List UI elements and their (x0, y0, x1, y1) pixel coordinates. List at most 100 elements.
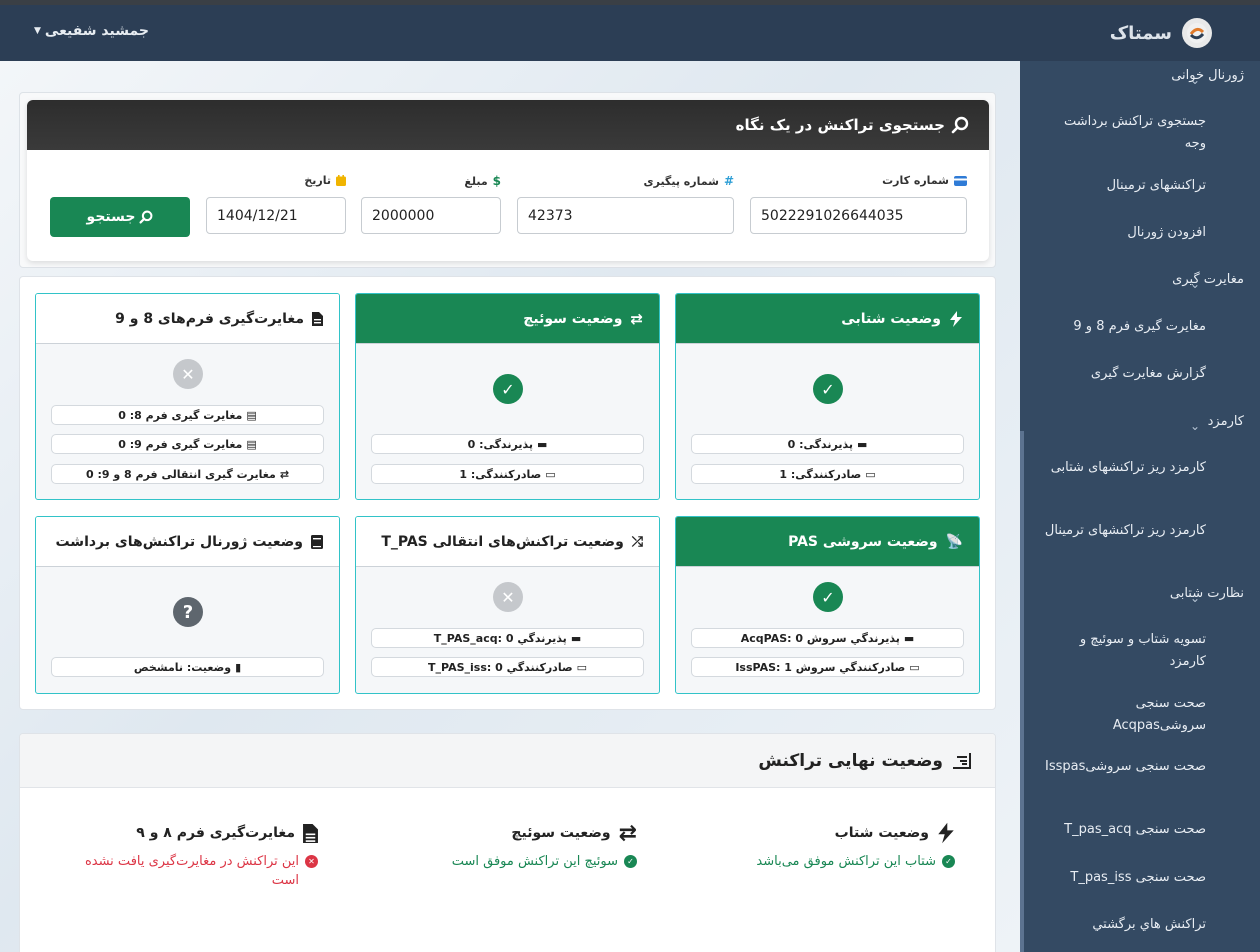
pill-text: مغایرت گیری فرم 8: 0 (118, 408, 243, 422)
card-number-label: شماره کارت (882, 174, 967, 187)
search-button[interactable]: جستجو (50, 197, 190, 237)
pill-text: صادرکنندگی: 1 (779, 467, 862, 481)
check-circle-icon: ✓ (624, 855, 637, 868)
sidebar-item-label: تسویه شتاب و سوئیچ و کارمزد (1079, 632, 1206, 669)
field-label-text: مبلغ (464, 174, 488, 188)
sidebar-item-fee-shetab[interactable]: کارمزد ریز تراکنشهای شتابی (1024, 457, 1260, 479)
form9-count: ▤ مغایرت گیری فرم 9: 0 (51, 434, 324, 454)
card-number-input[interactable] (750, 197, 967, 234)
sidebar-group-reconcile[interactable]: مغایرت گیری ⌄ (1024, 269, 1260, 291)
sidebar-group-shetab-monitor[interactable]: نظارت شتابی ⌄ (1024, 583, 1260, 605)
final-shetab-item: وضعیت شتاب ✓ شتاب این تراکنش موفق می‌باش… (675, 820, 955, 871)
chevron-down-icon: ⌄ (1190, 591, 1201, 605)
field-label-text: شماره پیگیری (643, 174, 719, 188)
journal-status-header: وضعیت ژورنال تراکنش‌های برداشت (36, 517, 339, 567)
final-item-message: این تراکنش در مغایرت‌گیری یافت نشده است (84, 854, 299, 888)
form89-transfer-count: ⇄ مغایرت گیری انتقالی فرم 8 و 9: 0 (51, 464, 324, 484)
sidebar-item-label: صحت سنجی سروشیAcqpas (1112, 696, 1206, 733)
exchange-icon: ⇄ (279, 467, 290, 481)
credit-card-icon: ▭ (865, 467, 876, 481)
sidebar-group-fee[interactable]: کارمزد ⌄ (1024, 411, 1260, 433)
pill-text: صادرکنندگي سروش IssPAS: 1 (735, 660, 906, 674)
date-input[interactable] (206, 197, 346, 234)
search-card: جستجوی تراکنش در یک نگاه شماره کارت # شم… (27, 100, 989, 261)
sidebar-item-label: جستجوی تراکنش برداشت وجه (1063, 114, 1206, 151)
final-item-message: شتاب این تراکنش موفق می‌باشد (756, 854, 936, 869)
card-title: وضعیت تراکنش‌های انتقالی T_PAS (381, 533, 624, 550)
top-navbar: سمتاک جمشید شفیعی ▼ (0, 5, 1260, 61)
field-label-text: شماره کارت (882, 174, 949, 187)
switch-status-header: ⇄ وضعیت سوئیچ (356, 294, 659, 344)
sidebar-item-label: صحت سنجی T_pas_acq (1064, 822, 1206, 837)
sidebar-item-settlement[interactable]: تسویه شتاب و سوئیچ و کارمزد (1024, 629, 1260, 673)
sidebar-item-withdraw-search[interactable]: جستجوی تراکنش برداشت وجه (1024, 111, 1260, 155)
times-circle-icon: ✕ (305, 855, 318, 868)
brand-name: سمتاک (1109, 22, 1172, 44)
acquirer-count: ▬ پذیرندگی: 0 (371, 434, 644, 454)
caret-down-icon: ▼ (34, 26, 41, 36)
sidebar-item-acqpas[interactable]: صحت سنجی سروشیAcqpas (1024, 693, 1260, 737)
file-icon: ▤ (246, 437, 257, 451)
date-label: تاریخ (304, 174, 346, 187)
sidebar-group-label: نظارت شتابی (1169, 586, 1244, 601)
final-form89-item: مغایرت‌گیری فرم ۸ و ۹ ✕ این تراکنش در مغ… (38, 820, 318, 890)
times-circle-icon: ✕ (493, 582, 523, 612)
search-section: جستجوی تراکنش در یک نگاه شماره کارت # شم… (19, 92, 996, 268)
sidebar-item-terminal-tx[interactable]: تراکنشهای ترمینال (1024, 175, 1260, 197)
sidebar-group-label: ژورنال خوانی (1171, 68, 1244, 83)
sidebar: ژورنال خوانی ⌄ جستجوی تراکنش برداشت وجه … (1020, 61, 1260, 952)
final-item-title: وضعیت سوئیچ (511, 825, 611, 841)
acquirer-count: ▬ پذیرندگی: 0 (691, 434, 964, 454)
sidebar-group-journal[interactable]: ژورنال خوانی ⌄ (1024, 65, 1260, 87)
sidebar-item-tpas-iss[interactable]: صحت سنجی T_pas_iss (1024, 867, 1260, 889)
chevron-down-icon: ⌄ (1190, 277, 1201, 291)
credit-card-icon: ▭ (909, 660, 920, 674)
journal-status-card: وضعیت ژورنال تراکنش‌های برداشت ? ▮ وضعیت… (35, 516, 340, 694)
sidebar-item-reversed-tx[interactable]: تراکنش هاي برگشتي (1024, 914, 1260, 936)
chevron-down-icon: ⌄ (1190, 73, 1201, 87)
tracking-number-input[interactable] (517, 197, 734, 234)
user-name: جمشید شفیعی (44, 23, 149, 39)
credit-card-icon: ▭ (576, 660, 587, 674)
final-item-title: وضعیت شتاب (834, 825, 929, 841)
pill-text: پذیرندگي سروش AcqPAS: 0 (740, 631, 900, 645)
amount-input[interactable] (361, 197, 501, 234)
pas-status-header: 📡 وضعیت سروشی PAS (676, 517, 979, 567)
card-title: مغایرت‌گیری فرم‌های 8 و 9 (115, 310, 304, 327)
search-card-header: جستجوی تراکنش در یک نگاه (27, 100, 989, 150)
exchange-icon: ⇄ (630, 309, 643, 328)
sidebar-item-label: کارمزد ریز تراکنشهای ترمینال (1044, 523, 1206, 538)
journal-state: ▮ وضعیت: نامشخص (51, 657, 324, 677)
pill-text: مغایرت گیری انتقالی فرم 8 و 9: 0 (85, 467, 276, 481)
store-icon: ▬ (536, 437, 548, 451)
card-title: وضعیت ژورنال تراکنش‌های برداشت (55, 533, 303, 550)
store-icon: ▬ (856, 437, 868, 451)
acqpas-count: ▬ پذیرندگي سروش AcqPAS: 0 (691, 628, 964, 648)
pill-text: صادرکنندگی: 1 (459, 467, 542, 481)
search-icon (139, 210, 153, 224)
sidebar-item-form89[interactable]: مغایرت گیری فرم 8 و 9 (1024, 316, 1260, 338)
final-item-message: سوئیچ این تراکنش موفق است (451, 854, 618, 869)
bolt-icon (937, 822, 955, 844)
chevron-down-icon: ⌄ (1190, 419, 1201, 433)
book-icon (311, 534, 323, 549)
check-circle-icon: ✓ (813, 374, 843, 404)
file-icon (312, 311, 323, 326)
search-button-label: جستجو (86, 209, 136, 225)
store-icon: ▬ (570, 631, 582, 645)
brand[interactable]: سمتاک (1110, 17, 1212, 49)
sidebar-item-isspas[interactable]: صحت سنجی سروشیIsspas (1024, 756, 1260, 778)
sidebar-item-label: مغایرت گیری فرم 8 و 9 (1073, 319, 1206, 334)
final-switch-item: ⇄ وضعیت سوئیچ ✓ سوئیچ این تراکنش موفق اس… (357, 820, 637, 871)
exchange-icon: ⇄ (618, 820, 637, 846)
sidebar-item-add-journal[interactable]: افزودن ژورنال (1024, 222, 1260, 244)
dollar-icon: $ (492, 174, 501, 188)
sidebar-item-fee-terminal[interactable]: کارمزد ریز تراکنشهای ترمینال (1024, 520, 1260, 542)
sidebar-item-tpas-acq[interactable]: صحت سنجی T_pas_acq (1024, 819, 1260, 841)
tpas-status-header: ⤮ وضعیت تراکنش‌های انتقالی T_PAS (356, 517, 659, 567)
user-menu[interactable]: جمشید شفیعی ▼ (34, 23, 149, 39)
tpas-status-card: ⤮ وضعیت تراکنش‌های انتقالی T_PAS ✕ ▬ پذی… (355, 516, 660, 694)
brand-logo-icon (1182, 18, 1212, 48)
sidebar-item-reconcile-report[interactable]: گزارش مغایرت گیری (1024, 363, 1260, 385)
bolt-icon (949, 310, 963, 327)
